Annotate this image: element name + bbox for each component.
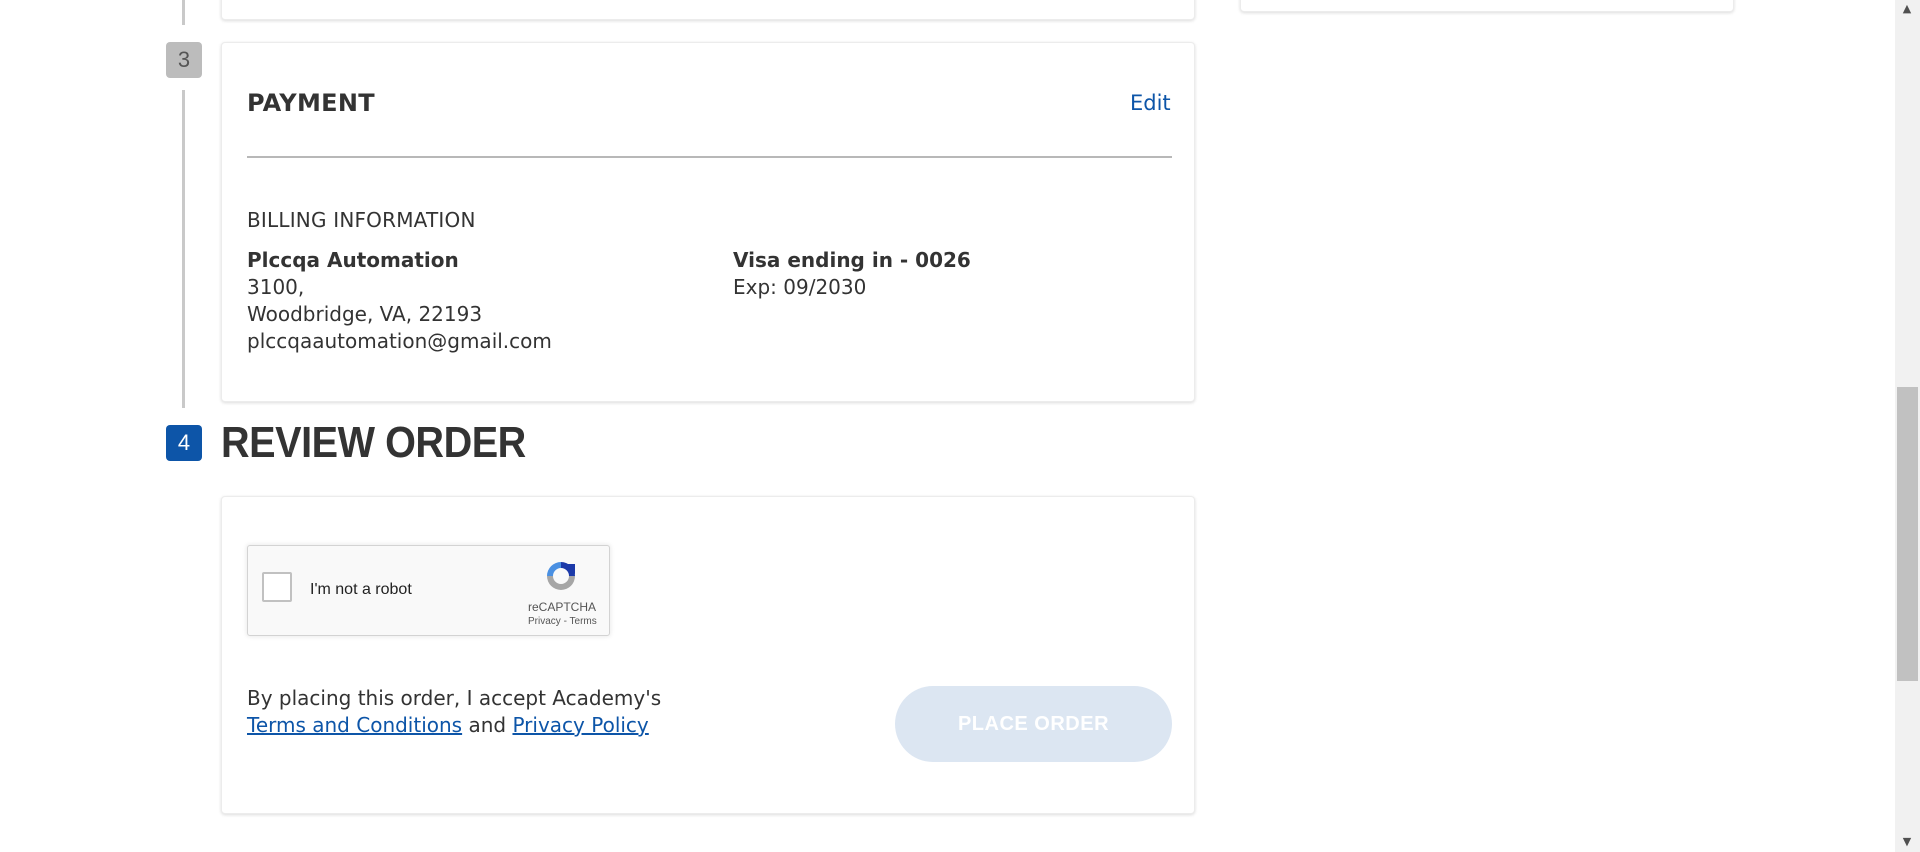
card-expiration: Exp: 09/2030 (733, 275, 867, 299)
privacy-policy-link[interactable]: Privacy Policy (512, 713, 648, 737)
timeline-line (182, 0, 185, 25)
recaptcha-brand: reCAPTCHA (528, 600, 597, 614)
review-order-card: I'm not a robot reCAPTCHA Privacy - Term… (221, 496, 1195, 814)
recaptcha-widget: I'm not a robot reCAPTCHA Privacy - Term… (247, 545, 610, 636)
recaptcha-separator: - (560, 616, 570, 627)
billing-information-heading: BILLING INFORMATION (247, 208, 476, 232)
chevron-down-icon[interactable]: ▼ (1896, 835, 1918, 848)
shipping-card-bottom (221, 0, 1195, 20)
payment-card: PAYMENT Edit BILLING INFORMATION Plccqa … (221, 42, 1195, 402)
chevron-up-icon[interactable]: ▲ (1896, 2, 1918, 15)
recaptcha-links: Privacy - Terms (528, 616, 597, 627)
payment-title: PAYMENT (247, 89, 375, 117)
recaptcha-privacy-link[interactable]: Privacy (528, 616, 561, 627)
timeline-line (182, 90, 185, 408)
consent-text: By placing this order, I accept Academy'… (247, 686, 662, 710)
place-order-button[interactable]: PLACE ORDER (895, 686, 1172, 762)
billing-street: 3100, (247, 275, 305, 299)
order-summary-card-bottom (1240, 0, 1734, 12)
terms-and-conditions-link[interactable]: Terms and Conditions (247, 713, 462, 737)
card-label: Visa ending in - 0026 (733, 248, 971, 272)
payment-method: Visa ending in - 0026 Exp: 09/2030 (733, 247, 971, 301)
scrollbar-thumb[interactable] (1897, 387, 1918, 681)
step-3-badge: 3 (166, 42, 202, 78)
recaptcha-label: I'm not a robot (310, 581, 412, 598)
payment-edit-link[interactable]: Edit (1130, 91, 1171, 115)
recaptcha-terms-link[interactable]: Terms (570, 616, 597, 627)
review-order-title: REVIEW ORDER (221, 418, 526, 467)
recaptcha-checkbox[interactable] (262, 572, 292, 602)
order-consent: By placing this order, I accept Academy'… (247, 685, 661, 739)
billing-city-state-zip: Woodbridge, VA, 22193 (247, 302, 483, 326)
billing-email: plccqaautomation@gmail.com (247, 329, 552, 353)
billing-address: Plccqa Automation 3100, Woodbridge, VA, … (247, 247, 552, 355)
billing-name: Plccqa Automation (247, 248, 459, 272)
recaptcha-logo-icon (547, 562, 575, 590)
payment-divider (247, 156, 1172, 158)
step-4-badge: 4 (166, 425, 202, 461)
consent-and: and (468, 713, 507, 737)
